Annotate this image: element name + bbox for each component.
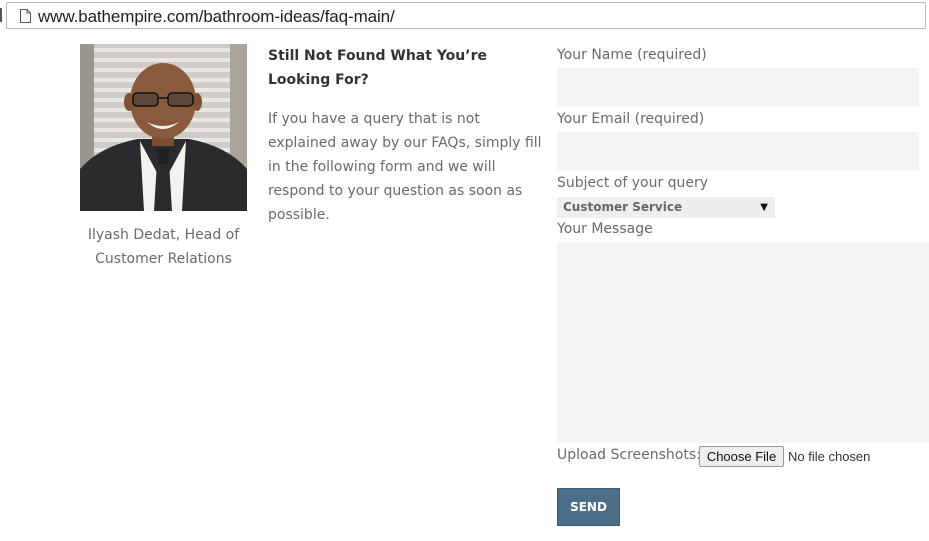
page-icon [20, 9, 31, 23]
window-edge [0, 8, 2, 22]
dropdown-arrow-icon: ▼ [760, 202, 768, 213]
name-label: Your Name (required) [557, 47, 707, 63]
subject-select[interactable]: Customer Service ▼ [557, 197, 775, 218]
file-status: No file chosen [788, 449, 871, 464]
choose-file-button[interactable]: Choose File [699, 446, 784, 467]
email-label: Your Email (required) [557, 111, 705, 127]
url-field[interactable]: www.bathempire.com/bathroom-ideas/faq-ma… [6, 2, 926, 29]
send-button[interactable]: SEND [557, 488, 620, 526]
name-input[interactable] [557, 68, 919, 107]
section-body: If you have a query that is not explaine… [268, 111, 542, 223]
upload-label: Upload Screenshots: [557, 447, 701, 463]
message-label: Your Message [557, 221, 653, 237]
email-input[interactable] [557, 132, 919, 171]
url-text: www.bathempire.com/bathroom-ideas/faq-ma… [38, 7, 395, 26]
browser-address-bar: www.bathempire.com/bathroom-ideas/faq-ma… [0, 0, 929, 34]
section-title: Still Not Found What You’re Looking For? [268, 48, 487, 88]
profile-caption: Ilyash Dedat, Head of Customer Relations [87, 227, 240, 267]
message-textarea[interactable] [557, 242, 929, 443]
subject-select-value: Customer Service [563, 200, 683, 214]
subject-label: Subject of your query [557, 175, 709, 191]
profile-photo [80, 44, 247, 211]
profile-photo-image [80, 44, 247, 211]
